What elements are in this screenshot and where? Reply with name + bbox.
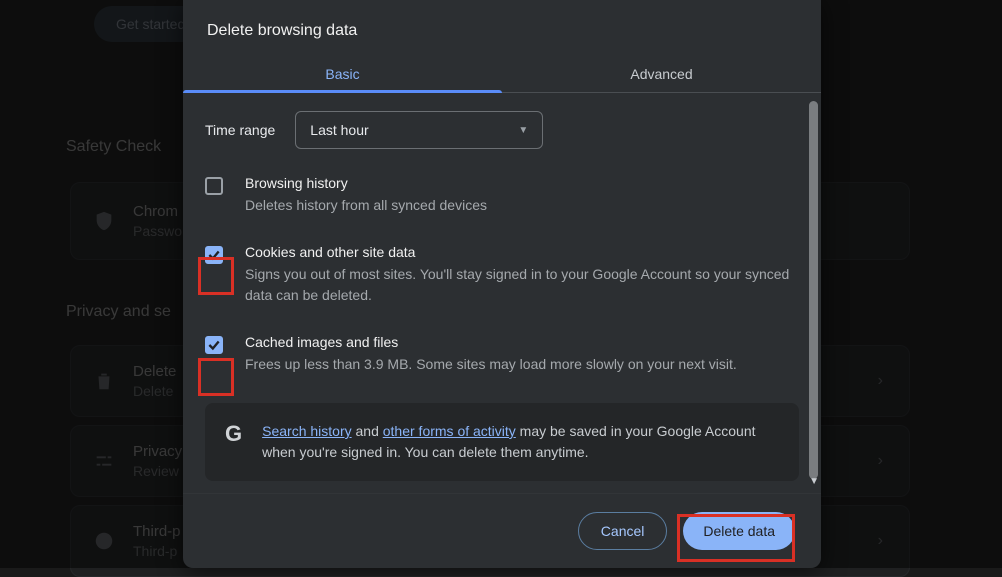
option-desc: Frees up less than 3.9 MB. Some sites ma… [245, 354, 737, 375]
checkbox-cached[interactable] [205, 336, 223, 354]
option-title: Cached images and files [245, 334, 737, 350]
time-range-label: Time range [205, 122, 275, 138]
google-info-card: G Search history and other forms of acti… [205, 403, 799, 481]
info-text: Search history and other forms of activi… [262, 421, 779, 463]
option-cookies: Cookies and other site data Signs you ou… [205, 244, 799, 306]
option-desc: Deletes history from all synced devices [245, 195, 487, 216]
time-range-dropdown[interactable]: Last hour ▼ [295, 111, 543, 149]
checkbox-cookies[interactable] [205, 246, 223, 264]
search-history-link[interactable]: Search history [262, 423, 351, 439]
dialog-footer: Cancel Delete data [183, 493, 821, 568]
checkbox-browsing-history[interactable] [205, 177, 223, 195]
dialog-tabs: Basic Advanced [183, 56, 821, 93]
info-text-mid: and [352, 423, 383, 439]
google-g-icon: G [225, 421, 242, 447]
other-activity-link[interactable]: other forms of activity [383, 423, 516, 439]
option-cached: Cached images and files Frees up less th… [205, 334, 799, 375]
dialog-body: Time range Last hour ▼ Browsing history … [183, 93, 821, 493]
scrollbar-down-arrow[interactable]: ▼ [809, 476, 819, 487]
delete-browsing-data-dialog: Delete browsing data Basic Advanced Time… [183, 0, 821, 568]
tab-basic[interactable]: Basic [183, 56, 502, 92]
dialog-title: Delete browsing data [183, 0, 821, 56]
time-range-value: Last hour [310, 122, 368, 138]
option-title: Browsing history [245, 175, 487, 191]
chevron-down-icon: ▼ [518, 125, 528, 136]
option-browsing-history: Browsing history Deletes history from al… [205, 175, 799, 216]
scrollbar-thumb[interactable] [809, 101, 818, 479]
tab-advanced[interactable]: Advanced [502, 56, 821, 92]
option-desc: Signs you out of most sites. You'll stay… [245, 264, 799, 306]
cancel-button[interactable]: Cancel [578, 512, 668, 550]
time-range-row: Time range Last hour ▼ [205, 111, 799, 149]
option-title: Cookies and other site data [245, 244, 799, 260]
delete-data-button[interactable]: Delete data [683, 512, 795, 550]
